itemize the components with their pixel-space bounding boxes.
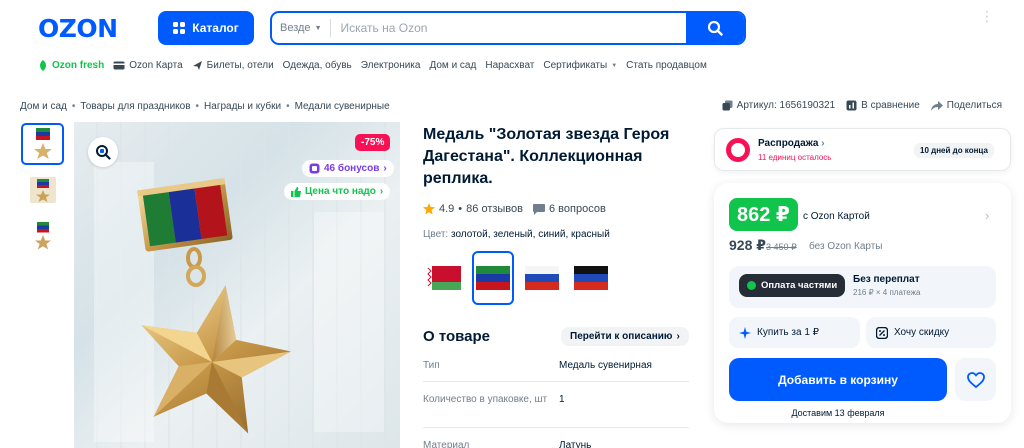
russia-flag-icon <box>525 266 559 290</box>
spec-key: Количество в упаковке, шт <box>423 394 548 405</box>
color-swatch-belarus[interactable] <box>423 251 465 305</box>
medal-box-thumbnail-image <box>29 177 56 203</box>
card-price-label: с Ozon Картой <box>803 211 870 222</box>
chevron-down-icon: ▼ <box>314 24 322 32</box>
nav-clothes[interactable]: Одежда, обувь <box>283 60 352 71</box>
color-label: Цвет: золотой, зеленый, синий, красный <box>423 229 610 240</box>
medal-thumbnail-image <box>34 222 51 250</box>
spec-row: Количество в упаковке, шт 1 <box>423 392 689 428</box>
sale-remaining: 11 единиц осталось <box>758 153 832 162</box>
breadcrumb: Дом и сад • Товары для праздников • Наград… <box>20 101 390 112</box>
plane-icon <box>192 61 202 70</box>
discount-tag-icon <box>876 326 888 339</box>
ozon-logo[interactable]: OZON <box>38 14 118 43</box>
search-bar: Везде ▼ <box>270 11 746 45</box>
breadcrumb-item[interactable]: Медали сувенирные <box>295 101 390 112</box>
card-icon <box>113 61 125 70</box>
delivery-date: Доставим 13 февраля <box>791 408 885 418</box>
regular-price-label: без Ozon Карты <box>809 241 883 252</box>
installment-title: Без переплат <box>853 274 920 285</box>
chat-icon <box>533 203 545 215</box>
star-icon <box>423 203 435 215</box>
compare-icon <box>846 100 857 111</box>
heart-icon <box>966 371 985 388</box>
spec-value: Латунь <box>559 440 592 448</box>
color-swatch-russia[interactable] <box>521 251 563 305</box>
visual-search-icon <box>96 145 111 160</box>
favorite-button[interactable] <box>955 358 996 401</box>
nav-certificates[interactable]: Сертификаты ▼ <box>543 60 617 71</box>
leaf-icon <box>40 60 46 71</box>
installment-dot-icon <box>747 281 756 290</box>
old-price: 3 450 ₽ <box>766 242 797 252</box>
search-button[interactable] <box>686 13 744 43</box>
sale-title: Распродажа › <box>758 138 825 149</box>
gallery-thumbnail[interactable] <box>21 123 64 165</box>
thumbs-up-icon <box>291 186 301 197</box>
dpr-flag-icon <box>574 266 608 290</box>
rating-row: 4.9 • 86 отзывов 6 вопросов <box>423 203 606 215</box>
about-title: О товаре <box>423 328 491 345</box>
bonus-icon <box>309 163 320 174</box>
questions-link[interactable]: 6 вопросов <box>533 203 606 215</box>
compare-button[interactable]: В сравнение <box>846 100 920 111</box>
more-icon: ⋮ <box>980 8 994 24</box>
dagestan-flag-icon <box>476 266 510 290</box>
search-scope-select[interactable]: Везде ▼ <box>272 19 331 37</box>
nav-trending[interactable]: Нарасхват <box>485 60 534 71</box>
go-to-description-button[interactable]: Перейти к описанию › <box>561 327 689 346</box>
spec-row: Материал Латунь <box>423 438 689 448</box>
catalog-button[interactable]: Каталог <box>158 11 254 45</box>
share-icon <box>930 100 943 111</box>
sku[interactable]: Артикул: 1656190321 <box>722 100 835 111</box>
spec-key: Тип <box>423 360 440 371</box>
sale-days-badge: 10 дней до конца <box>914 143 994 158</box>
nav-electronics[interactable]: Электроника <box>361 60 421 71</box>
installment-button[interactable]: Оплата частями <box>739 274 846 297</box>
installment-subtitle: 216 ₽ × 4 платежа <box>853 288 921 297</box>
good-price-badge[interactable]: Цена что надо › <box>284 183 391 200</box>
share-button[interactable]: Поделиться <box>930 100 1002 111</box>
add-to-cart-button[interactable]: Добавить в корзину <box>729 358 947 401</box>
buy-for-1-button[interactable]: Купить за 1 ₽ <box>729 317 860 348</box>
similar-search-button[interactable] <box>88 137 118 167</box>
gallery-thumbnail[interactable] <box>21 215 64 257</box>
spec-key: Материал <box>423 440 470 448</box>
chevron-right-icon[interactable]: › <box>985 208 989 223</box>
discount-badge: -75% <box>355 134 391 151</box>
chevron-right-icon: › <box>676 331 680 342</box>
top-nav: Ozon fresh Ozon Карта Билеты, отели Одеж… <box>38 60 707 71</box>
search-input[interactable] <box>330 21 686 35</box>
search-scope-label: Везде <box>280 22 311 34</box>
product-title: Медаль "Золотая звезда Героя Дагестана".… <box>423 126 670 187</box>
nav-tickets[interactable]: Билеты, отели <box>192 60 274 71</box>
medal-thumbnail-image <box>33 128 52 159</box>
breadcrumb-item[interactable]: Товары для праздников <box>80 101 190 112</box>
search-icon <box>707 20 723 36</box>
catalog-label: Каталог <box>192 21 239 35</box>
nav-ozon-card[interactable]: Ozon Карта <box>113 60 183 71</box>
spec-value: 1 <box>559 394 565 405</box>
sparkle-icon <box>739 326 751 339</box>
color-swatch-dpr[interactable] <box>570 251 612 305</box>
color-swatch-dagestan[interactable] <box>472 251 514 305</box>
regular-price: 928 ₽ <box>729 237 766 253</box>
gallery-thumbnail[interactable] <box>21 169 64 211</box>
want-discount-button[interactable]: Хочу скидку <box>866 317 996 348</box>
card-price: 862 ₽ <box>729 198 798 231</box>
bonus-badge[interactable]: 46 бонусов › <box>302 160 394 177</box>
nav-home-garden[interactable]: Дом и сад <box>429 60 476 71</box>
sale-ring-icon <box>726 138 750 162</box>
copy-icon <box>722 100 733 111</box>
spec-row: Тип Медаль сувенирная <box>423 358 689 382</box>
belarus-flag-icon <box>427 266 461 290</box>
product-meta: Артикул: 1656190321 В сравнение Поделить… <box>722 100 1002 111</box>
breadcrumb-item[interactable]: Дом и сад <box>20 101 67 112</box>
breadcrumb-item[interactable]: Награды и кубки <box>204 101 281 112</box>
catalog-grid-icon <box>173 22 186 34</box>
spec-value: Медаль сувенирная <box>559 360 652 371</box>
rating[interactable]: 4.9 • 86 отзывов <box>423 203 523 215</box>
nav-ozon-fresh[interactable]: Ozon fresh <box>38 60 104 71</box>
nav-become-seller[interactable]: Стать продавцом <box>626 60 707 71</box>
